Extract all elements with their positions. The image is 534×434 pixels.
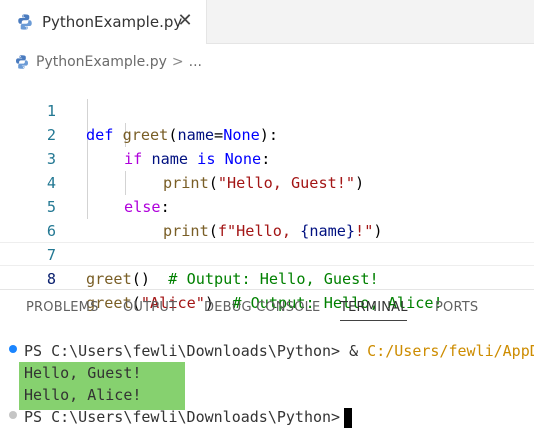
python-icon bbox=[16, 55, 28, 69]
code-line: 3 print("Hello, Guest!") bbox=[0, 123, 534, 192]
terminal-output: Hello, Alice! bbox=[24, 386, 142, 404]
code-editor[interactable]: 1 def greet(name=None): 2 if name is Non… bbox=[0, 75, 534, 312]
tab-label: PythonExample.py bbox=[42, 13, 183, 31]
prompt-text: PS C:\Users\fewli\Downloads\Python> bbox=[24, 408, 341, 426]
tab-problems[interactable]: PROBLEMS bbox=[26, 300, 99, 315]
command-decoration-icon[interactable] bbox=[9, 345, 17, 353]
tab-output[interactable]: OUTPUT bbox=[123, 300, 177, 315]
code-line: 4 else: bbox=[0, 147, 534, 216]
breadcrumb: PythonExample.py > ... bbox=[14, 50, 202, 74]
command-path: C:/Users/fewli/AppD bbox=[367, 342, 534, 360]
tab-python-example[interactable]: PythonExample.py ✕ bbox=[0, 0, 207, 44]
close-icon[interactable]: ✕ bbox=[176, 12, 194, 30]
prompt-text: PS C:\Users\fewli\Downloads\Python> bbox=[24, 342, 341, 360]
breadcrumb-symbols[interactable]: ... bbox=[189, 54, 202, 70]
code-line: 6 bbox=[0, 195, 534, 240]
line-number: 8 bbox=[46, 270, 56, 288]
terminal-line: PS C:\Users\fewli\Downloads\Python> bbox=[24, 406, 353, 428]
tab-debug-console[interactable]: DEBUG CONSOLE bbox=[204, 300, 320, 315]
command-text: & bbox=[340, 342, 368, 360]
code-line: 5 print(f"Hello, {name}!") bbox=[0, 171, 534, 240]
active-tab-indicator bbox=[340, 320, 407, 321]
panel-tab-bar: PROBLEMS OUTPUT DEBUG CONSOLE TERMINAL P… bbox=[0, 290, 534, 330]
code-line-current: 8 greet("Alice") # Output: Hello, Alice! bbox=[0, 242, 534, 312]
python-icon bbox=[18, 14, 32, 30]
tab-ports[interactable]: PORTS bbox=[435, 300, 478, 315]
command-decoration-icon[interactable] bbox=[9, 411, 17, 419]
tab-terminal[interactable]: TERMINAL bbox=[340, 300, 408, 315]
terminal[interactable]: PS C:\Users\fewli\Downloads\Python> & C:… bbox=[0, 338, 534, 434]
breadcrumb-file[interactable]: PythonExample.py bbox=[36, 54, 167, 70]
chevron-right-icon: > bbox=[171, 54, 184, 70]
punct-token: () bbox=[131, 270, 151, 288]
terminal-line: PS C:\Users\fewli\Downloads\Python> & C:… bbox=[24, 340, 534, 362]
code-line: 2 if name is None: bbox=[0, 99, 534, 168]
code-text: greet() # Output: Hello, Guest! bbox=[86, 267, 379, 291]
terminal-output: Hello, Guest! bbox=[24, 364, 142, 382]
function-name-token: greet bbox=[86, 270, 132, 288]
terminal-cursor bbox=[344, 407, 353, 428]
comment-token: # Output: Hello, Guest! bbox=[150, 270, 379, 288]
code-line: 7 greet() # Output: Hello, Guest! bbox=[0, 219, 534, 288]
editor-tab-bar: PythonExample.py ✕ bbox=[0, 0, 534, 44]
code-line: 1 def greet(name=None): bbox=[0, 75, 534, 144]
